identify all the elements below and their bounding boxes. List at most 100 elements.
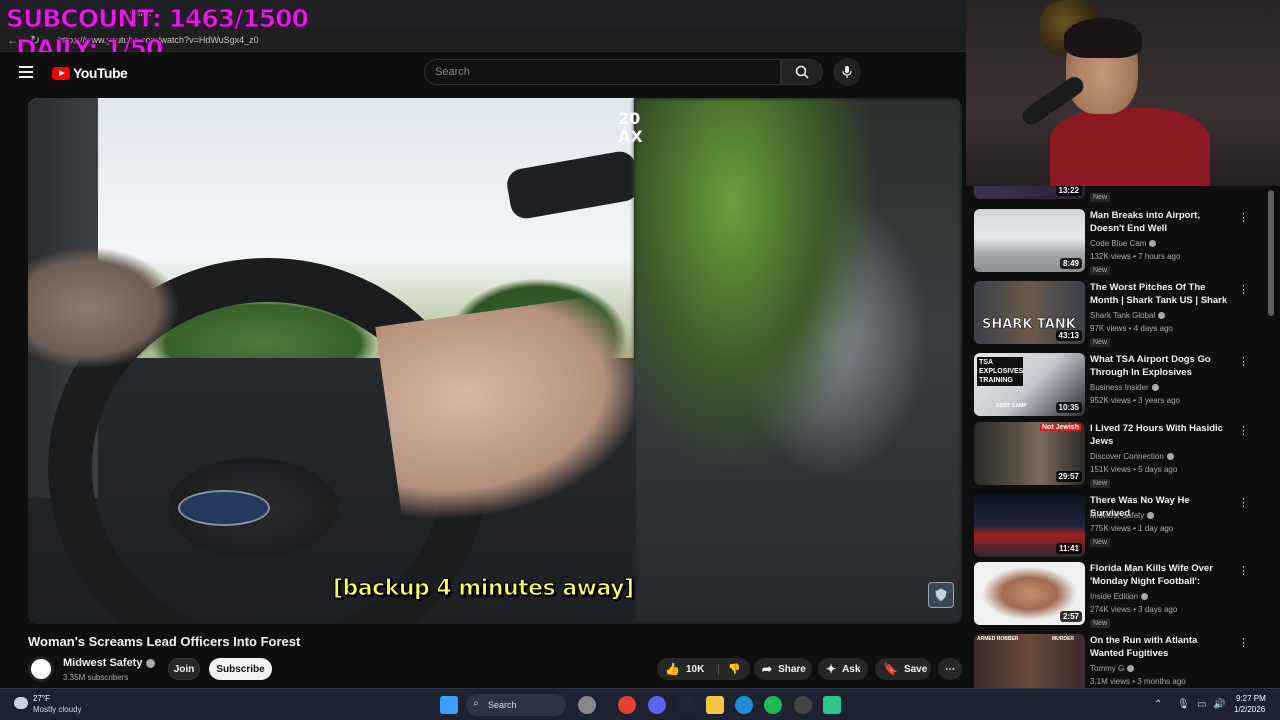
spotify-icon[interactable] xyxy=(764,696,782,714)
chevron-up-icon[interactable]: ⌃ xyxy=(1154,699,1162,710)
voice-search-button[interactable] xyxy=(833,58,861,86)
join-button[interactable]: Join xyxy=(168,658,200,680)
sidebar-scrollbar[interactable] xyxy=(1268,190,1274,316)
video-caption: [backup 4 minutes away] xyxy=(333,576,635,602)
video-title[interactable]: The Worst Pitches Of The Month | Shark T… xyxy=(1090,282,1230,308)
file-explorer-icon[interactable] xyxy=(706,696,724,714)
hamburger-menu-icon[interactable] xyxy=(19,66,33,78)
ford-emblem xyxy=(178,490,270,526)
bodycam-scene xyxy=(28,98,661,624)
edge-icon[interactable] xyxy=(735,696,753,714)
channel-name[interactable]: Midwest Safety xyxy=(63,657,156,669)
clock-time[interactable]: 9:27 PM xyxy=(1236,694,1266,703)
new-badge: New xyxy=(1090,479,1111,488)
bookmark-icon: 🔖 xyxy=(883,662,898,676)
more-icon: ⋯ xyxy=(945,663,955,675)
more-options-icon[interactable]: ⋮ xyxy=(1238,283,1249,296)
view-stats: 274K views • 3 days ago xyxy=(1090,605,1178,614)
new-badge: New xyxy=(1090,538,1111,547)
taskbar-search[interactable]: ⌕ Search xyxy=(466,694,566,716)
channel-avatar[interactable] xyxy=(28,656,54,682)
app-icon[interactable] xyxy=(578,696,596,714)
recommendation-item[interactable]: 11:41 There Was No Way He Survived Midwe… xyxy=(974,494,1274,560)
more-options-icon[interactable]: ⋮ xyxy=(1238,564,1249,577)
clock-date[interactable]: 1/2/2026 xyxy=(1234,705,1265,714)
like-count[interactable]: 10K xyxy=(686,664,704,675)
video-title[interactable]: What TSA Airport Dogs Go Through In Expl… xyxy=(1090,354,1230,380)
youtube-logo[interactable]: YouTube xyxy=(52,65,128,81)
more-options-icon[interactable]: ⋮ xyxy=(1238,636,1249,649)
new-badge: New xyxy=(1090,338,1111,347)
video-title[interactable]: Man Breaks into Airport, Doesn't End Wel… xyxy=(1090,210,1230,235)
search-button[interactable] xyxy=(781,59,823,85)
temperature[interactable]: 27°F xyxy=(33,694,50,703)
view-stats: 3.1M views • 3 months ago xyxy=(1090,677,1186,686)
recommendation-item[interactable]: ARMED ROBBER MURDER On the Run with Atla… xyxy=(974,634,1274,688)
discord-icon[interactable] xyxy=(648,696,666,714)
channel-name[interactable]: Tommy G xyxy=(1090,664,1135,673)
verified-icon xyxy=(1149,240,1157,248)
weather-text[interactable]: Mostly cloudy xyxy=(33,705,81,714)
thumbs-down-icon[interactable]: 👎 xyxy=(718,663,741,675)
channel-name[interactable]: Discover Connection xyxy=(1090,452,1174,461)
thumbs-up-icon[interactable]: 👍 xyxy=(665,662,680,676)
video-thumbnail[interactable]: 8:49 xyxy=(974,209,1085,272)
weather-icon[interactable] xyxy=(14,697,28,709)
more-options-icon[interactable]: ⋮ xyxy=(1238,424,1249,437)
video-player[interactable]: 20 AX [backup 4 minutes away] xyxy=(28,98,962,624)
new-badge: New xyxy=(1090,266,1111,275)
video-thumbnail[interactable]: 13:22 xyxy=(974,186,1085,199)
obs-icon[interactable] xyxy=(794,696,812,714)
more-options-icon[interactable]: ⋮ xyxy=(1238,211,1249,224)
windows-taskbar: 27°F Mostly cloudy ⌕ Search ⌃ 🎙 ▭ 🔊 9:27… xyxy=(0,688,1280,720)
video-thumbnail[interactable]: ARMED ROBBER MURDER xyxy=(974,634,1085,688)
search-input[interactable]: Search xyxy=(424,59,781,85)
recommendation-item[interactable]: SHARK TANK 43:13 The Worst Pitches Of Th… xyxy=(974,281,1274,347)
view-stats: 151K views • 5 days ago xyxy=(1090,465,1178,474)
volume-icon[interactable]: 🔊 xyxy=(1213,699,1225,710)
recommendation-item[interactable]: TSA EXPLOSIVES TRAINING BOOT CAMP 10:35 … xyxy=(974,353,1274,419)
channel-name[interactable]: Midwest Safety xyxy=(1090,511,1155,520)
start-icon[interactable] xyxy=(440,696,458,714)
video-title[interactable]: Florida Man Kills Wife Over 'Monday Nigh… xyxy=(1090,563,1230,589)
channel-watermark-icon[interactable] xyxy=(928,582,954,608)
blurred-region xyxy=(634,98,962,624)
video-title[interactable]: I Lived 72 Hours With Hasidic Jews xyxy=(1090,423,1230,448)
search-icon xyxy=(795,65,809,79)
recommendation-item[interactable]: 8:49 Man Breaks into Airport, Doesn't En… xyxy=(974,209,1274,275)
subcount-overlay: SUBCOUNT: 1463/1500 xyxy=(6,4,310,34)
share-icon: ➦ xyxy=(762,662,773,676)
video-thumbnail[interactable]: 2:57 xyxy=(974,562,1085,625)
save-button[interactable]: 🔖 Save xyxy=(875,658,931,680)
view-stats: 952K views • 3 years ago xyxy=(1090,396,1180,405)
app-icon[interactable] xyxy=(823,696,841,714)
channel-name[interactable]: Inside Edition xyxy=(1090,592,1149,601)
recommendation-item[interactable]: 13:22 New xyxy=(974,186,1274,202)
subscribe-button[interactable]: Subscribe xyxy=(209,658,272,680)
recommendations-sidebar: 13:22 New 8:49 Man Breaks into Airport, … xyxy=(966,186,1280,688)
channel-name[interactable]: Business Insider xyxy=(1090,383,1159,392)
video-title[interactable]: On the Run with Atlanta Wanted Fugitives xyxy=(1090,635,1230,660)
network-icon[interactable]: ▭ xyxy=(1197,699,1206,710)
video-thumbnail[interactable]: Not Jewish 29:57 xyxy=(974,422,1085,485)
ask-button[interactable]: ✦ Ask xyxy=(818,658,868,680)
channel-name[interactable]: Code Blue Cam xyxy=(1090,239,1157,248)
steam-icon[interactable] xyxy=(677,696,695,714)
verified-icon xyxy=(146,658,156,668)
microphone-icon[interactable]: 🎙 xyxy=(1177,699,1190,710)
more-options-icon[interactable]: ⋮ xyxy=(1238,496,1249,509)
video-thumbnail[interactable]: TSA EXPLOSIVES TRAINING BOOT CAMP 10:35 xyxy=(974,353,1085,416)
subscriber-count: 3.35M subscribers xyxy=(63,673,129,682)
channel-name[interactable]: Shark Tank Global xyxy=(1090,311,1166,320)
share-button[interactable]: ➦ Share xyxy=(754,658,812,680)
search-icon: ⌕ xyxy=(473,698,479,709)
recommendation-item[interactable]: Not Jewish 29:57 I Lived 72 Hours With H… xyxy=(974,422,1274,488)
like-dislike-group: 👍 10K 👎 xyxy=(657,658,750,680)
more-options-icon[interactable]: ⋮ xyxy=(1238,355,1249,368)
video-title: Woman's Screams Lead Officers Into Fores… xyxy=(28,634,301,649)
more-actions-button[interactable]: ⋯ xyxy=(938,658,962,680)
chrome-icon[interactable] xyxy=(618,696,636,714)
video-thumbnail[interactable]: 11:41 xyxy=(974,494,1085,557)
video-thumbnail[interactable]: SHARK TANK 43:13 xyxy=(974,281,1085,344)
recommendation-item[interactable]: 2:57 Florida Man Kills Wife Over 'Monday… xyxy=(974,562,1274,628)
